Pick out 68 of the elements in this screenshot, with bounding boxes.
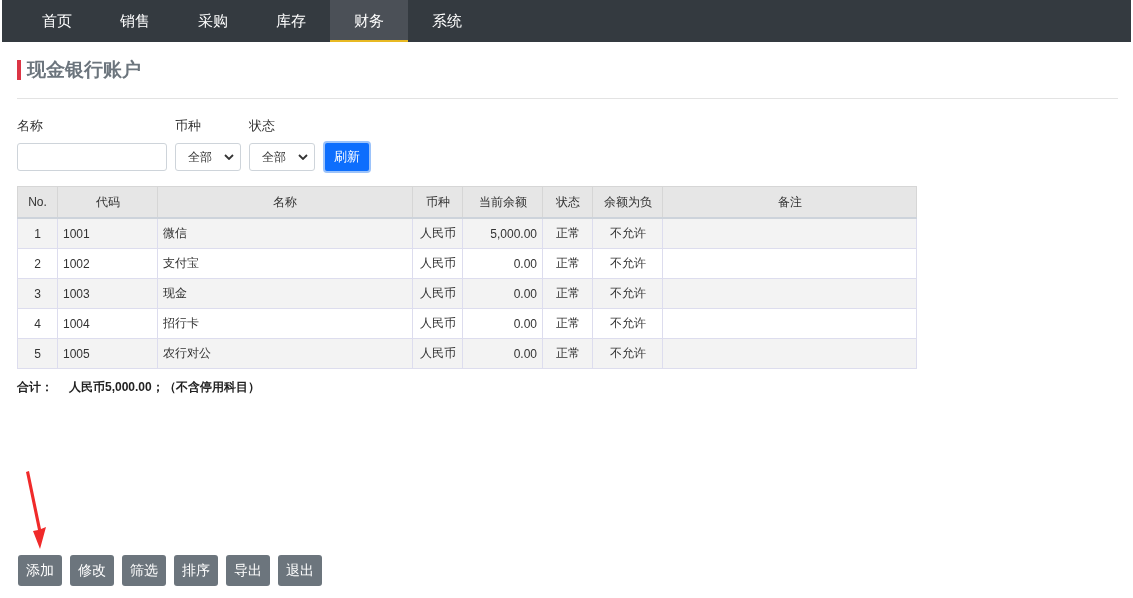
table-cell: 2: [34, 256, 41, 271]
table-cell: 不允许: [609, 256, 646, 270]
title-accent: [17, 60, 21, 80]
column-header: 备注: [662, 186, 917, 218]
table-cell: 1005: [63, 346, 90, 361]
caret-icon: [224, 154, 234, 160]
table-cell: 0.00: [513, 346, 537, 361]
table-cell: 1: [34, 226, 41, 241]
action-button[interactable]: 修改: [70, 555, 114, 586]
table-cell: 5: [34, 346, 41, 361]
filter-label: 名称: [17, 117, 44, 135]
table-cell: 正常: [555, 226, 580, 240]
table-cell: 支付宝: [163, 256, 199, 270]
nav-tab[interactable]: 采购: [174, 0, 252, 42]
action-button[interactable]: 筛选: [122, 555, 166, 586]
table-cell: 0.00: [513, 256, 537, 271]
table-cell: 正常: [555, 346, 580, 360]
action-button[interactable]: 退出: [278, 555, 322, 586]
table-cell: 1001: [63, 226, 90, 241]
table-cell: 正常: [555, 316, 580, 330]
column-header: No.: [17, 186, 58, 218]
table-cell: 0.00: [513, 286, 537, 301]
summary-text: 人民币5,000.00；（不含停用科目）: [69, 379, 260, 396]
table-cell: 招行卡: [163, 316, 199, 330]
nav-tab[interactable]: 销售: [96, 0, 174, 42]
table-cell: 0.00: [513, 316, 537, 331]
table-cell: 现金: [163, 286, 187, 300]
table-cell: 正常: [555, 286, 580, 300]
table-cell: 微信: [163, 226, 187, 240]
column-header: 代码: [57, 186, 158, 218]
filter-label: 状态: [249, 117, 276, 135]
column-header: 名称: [157, 186, 413, 218]
table-cell: 人民币: [419, 316, 456, 330]
page-title: 现金银行账户: [27, 58, 141, 82]
table-cell: 1003: [63, 286, 90, 301]
caret-icon: [298, 154, 308, 160]
table-cell: 5,000.00: [490, 226, 537, 241]
nav-tab[interactable]: 首页: [18, 0, 96, 42]
dropdown[interactable]: 全部: [175, 143, 241, 171]
action-button[interactable]: 排序: [174, 555, 218, 586]
dropdown[interactable]: 全部: [249, 143, 315, 171]
nav-tab[interactable]: 财务: [330, 0, 408, 42]
summary-label: 合计：: [17, 379, 53, 396]
table-cell: 1002: [63, 256, 90, 271]
table-cell: 正常: [555, 256, 580, 270]
table-cell: 人民币: [419, 226, 456, 240]
filter-label: 币种: [175, 117, 202, 135]
table-cell: 1004: [63, 316, 90, 331]
table-cell: 不允许: [609, 286, 646, 300]
column-header: 状态: [542, 186, 593, 218]
table-cell: 人民币: [419, 256, 456, 270]
column-header: 余额为负: [592, 186, 663, 218]
table-cell: 人民币: [419, 286, 456, 300]
column-header: 当前余额: [462, 186, 543, 218]
table-cell: 人民币: [419, 346, 456, 360]
refresh-button[interactable]: 刷新: [323, 141, 371, 173]
column-header: 币种: [412, 186, 463, 218]
table-cell: 不允许: [609, 226, 646, 240]
nav-tab[interactable]: 系统: [408, 0, 486, 42]
name-field[interactable]: [17, 143, 167, 171]
table-cell: 不允许: [609, 316, 646, 330]
table-cell: 不允许: [609, 346, 646, 360]
table-cell: 农行对公: [163, 346, 211, 360]
action-button[interactable]: 添加: [18, 555, 62, 586]
table-cell: 4: [34, 316, 41, 331]
nav-tab[interactable]: 库存: [252, 0, 330, 42]
action-button[interactable]: 导出: [226, 555, 270, 586]
table-cell: 3: [34, 286, 41, 301]
